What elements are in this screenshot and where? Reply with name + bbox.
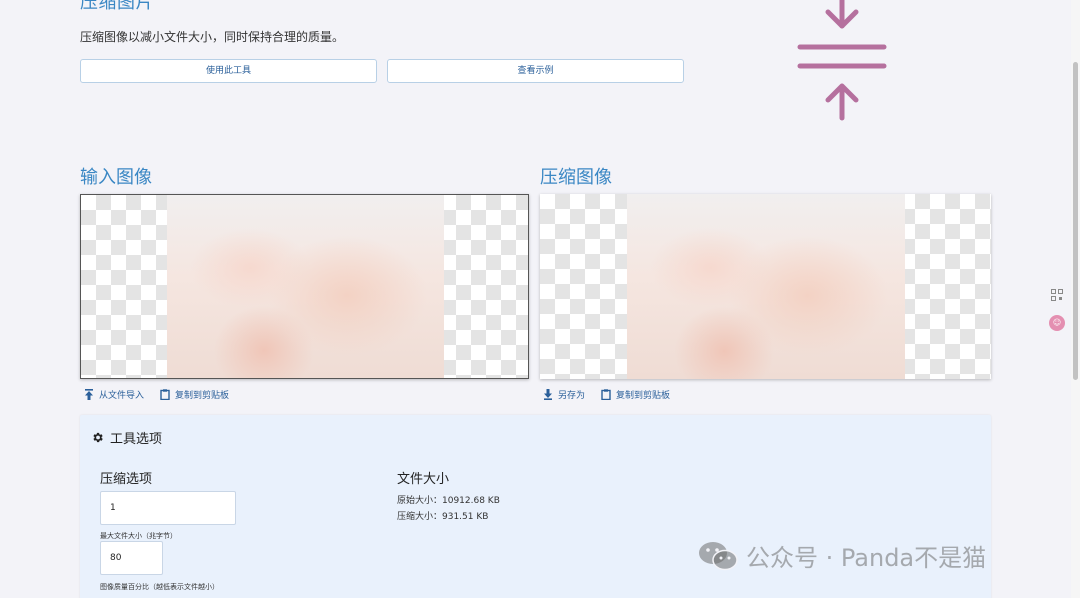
tool-options-title: 工具选项 <box>110 432 163 447</box>
download-icon <box>544 389 552 400</box>
copy-label: 复制到剪贴板 <box>616 391 671 401</box>
view-example-button[interactable]: 查看示例 <box>387 59 684 83</box>
qr-code-widget[interactable] <box>1048 286 1066 304</box>
watermark: 公众号 · Panda不是猫 <box>698 538 986 573</box>
copy-output-to-clipboard-button[interactable]: 复制到剪贴板 <box>601 388 670 401</box>
tool-description: 压缩图像以减小文件大小，同时保持合理的质量。 <box>80 30 345 44</box>
compressed-photo <box>627 194 905 379</box>
qr-code-icon <box>1051 289 1063 301</box>
clipboard-icon <box>160 389 170 400</box>
save-as-label: 另存为 <box>558 391 586 401</box>
input-image-title: 输入图像 <box>80 167 152 188</box>
quality-percent-input[interactable]: 80 <box>100 541 163 575</box>
input-image-preview <box>80 194 529 379</box>
max-file-size-label: 最大文件大小（兆字节） <box>100 532 177 540</box>
file-size-title: 文件大小 <box>397 472 450 487</box>
use-tool-button[interactable]: 使用此工具 <box>80 59 377 83</box>
avatar-icon: ☺ <box>1049 315 1065 331</box>
compressed-image-preview <box>540 194 991 379</box>
clipboard-icon <box>601 389 611 400</box>
input-actions: 从文件导入 复制到剪贴板 <box>84 388 229 401</box>
assistant-avatar-widget[interactable]: ☺ <box>1048 314 1066 332</box>
compress-options-title: 压缩选项 <box>100 472 153 487</box>
copy-label: 复制到剪贴板 <box>175 391 230 401</box>
output-actions: 另存为 复制到剪贴板 <box>543 388 670 401</box>
gear-icon <box>93 432 103 443</box>
max-file-size-input[interactable]: 1 <box>100 491 236 525</box>
upload-icon <box>85 389 93 400</box>
scrollbar-thumb[interactable] <box>1073 62 1078 380</box>
compressed-image-title: 压缩图像 <box>540 167 612 188</box>
input-photo <box>167 195 444 378</box>
page: 压缩图片 压缩图像以减小文件大小，同时保持合理的质量。 使用此工具 查看示例 输… <box>0 0 1080 598</box>
compressed-size-text: 压缩大小：931.51 KB <box>397 512 489 522</box>
import-from-file-button[interactable]: 从文件导入 <box>84 388 144 401</box>
copy-input-to-clipboard-button[interactable]: 复制到剪贴板 <box>160 388 229 401</box>
import-label: 从文件导入 <box>99 391 145 401</box>
save-as-button[interactable]: 另存为 <box>543 388 585 401</box>
compress-arrows-icon <box>797 0 887 121</box>
quality-percent-label: 图像质量百分比（越低表示文件越小） <box>100 583 219 591</box>
page-scrollbar[interactable] <box>1071 0 1080 598</box>
watermark-text: 公众号 · Panda不是猫 <box>746 544 987 572</box>
wechat-icon <box>699 541 738 570</box>
original-size-text: 原始大小：10912.68 KB <box>397 496 500 506</box>
tool-options-header: 工具选项 <box>91 428 162 447</box>
tool-title: 压缩图片 <box>80 0 154 13</box>
